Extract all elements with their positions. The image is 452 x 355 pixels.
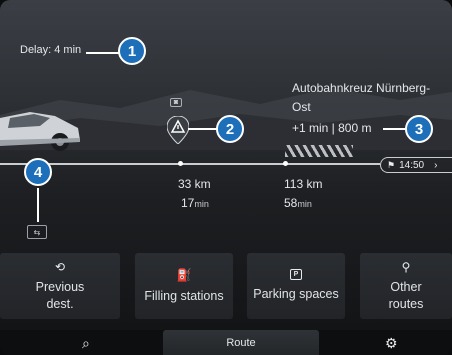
traffic-jam-icon[interactable]: ⇆ xyxy=(27,225,47,239)
tile-label: Parking spaces xyxy=(253,287,339,302)
callout-3: 3 xyxy=(405,115,433,143)
tab-route[interactable]: Route xyxy=(163,330,319,355)
history-icon: ⟲ xyxy=(54,260,66,275)
tile-previous-destinations[interactable]: ⟲ Previous dest. xyxy=(0,253,120,319)
bottom-navigation-bar: ⌕ Route ⚙ xyxy=(0,330,452,355)
eta-badge[interactable]: ⚑ 14:50 › xyxy=(380,157,452,173)
congestion-hatch xyxy=(285,145,353,157)
segment-time: 58min xyxy=(284,196,312,210)
chevron-right-icon: › xyxy=(434,159,438,171)
tile-label: Previous xyxy=(35,280,85,295)
destination-name-line2: Ost xyxy=(292,100,311,114)
parking-icon: P xyxy=(290,269,302,281)
checkered-flag-icon: ⚑ xyxy=(387,159,396,170)
tile-label: Filling stations xyxy=(144,288,224,303)
fuel-pump-icon: ⛽ xyxy=(176,268,192,283)
segment-time: 17min xyxy=(181,196,209,210)
tile-parking-spaces[interactable]: P Parking spaces xyxy=(247,253,345,319)
quick-access-tiles: ⟲ Previous dest. ⛽ Filling stations P Pa… xyxy=(0,253,452,323)
route-icon: ⚲ xyxy=(401,260,411,275)
callout-2: 2 xyxy=(216,115,244,143)
delay-text: Delay: 4 min xyxy=(20,44,82,56)
warning-triangle-icon[interactable] xyxy=(167,116,189,144)
camera-icon: ◙ xyxy=(170,98,182,107)
navigation-screen: Delay: 4 min 1 Autobahnkreuz Nürnberg- O… xyxy=(0,0,452,355)
segment-distance: 33 km xyxy=(178,177,211,191)
route-point xyxy=(178,161,183,166)
tile-label: Other xyxy=(390,280,422,295)
route-point xyxy=(283,161,288,166)
tab-route-label: Route xyxy=(226,336,256,349)
route-line xyxy=(0,163,380,165)
tile-other-routes[interactable]: ⚲ Other routes xyxy=(360,253,452,319)
destination-name-line1: Autobahnkreuz Nürnberg- xyxy=(292,81,431,95)
callout-1-leader xyxy=(86,52,120,54)
segment-distance: 113 km xyxy=(284,177,323,191)
callout-4: 4 xyxy=(24,158,52,186)
callout-2-leader xyxy=(188,128,218,130)
tile-label: dest. xyxy=(46,297,74,312)
gear-icon[interactable]: ⚙ xyxy=(385,335,398,352)
callout-4-leader xyxy=(37,188,39,222)
eta-time: 14:50 xyxy=(399,159,425,171)
tile-label: routes xyxy=(388,297,424,312)
vehicle-image xyxy=(0,112,80,151)
detour-info: +1 min | 800 m xyxy=(292,121,372,135)
callout-1: 1 xyxy=(118,37,146,65)
callout-3-leader xyxy=(383,128,407,130)
tile-filling-stations[interactable]: ⛽ Filling stations xyxy=(135,253,233,319)
search-icon[interactable]: ⌕ xyxy=(82,335,90,352)
